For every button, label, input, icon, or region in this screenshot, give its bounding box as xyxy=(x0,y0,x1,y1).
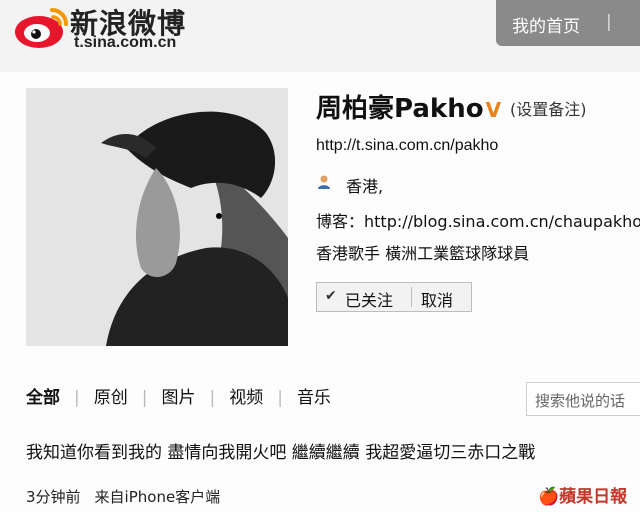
tab-separator: | xyxy=(141,388,148,408)
follow-status-control: ✔ 已关注 取消 xyxy=(316,282,472,312)
avatar-photo xyxy=(26,88,288,346)
tab-pictures[interactable]: 图片 xyxy=(161,383,195,408)
post-time-link[interactable]: 3分钟前 xyxy=(26,488,81,506)
set-remark-link[interactable]: (设置备注) xyxy=(510,96,587,120)
tab-original[interactable]: 原创 xyxy=(94,383,128,408)
apple-icon: 🍎 xyxy=(538,487,560,507)
verified-badge-icon: V xyxy=(485,98,502,122)
watermark-text: 蘋果日報 xyxy=(559,487,628,507)
followed-button[interactable]: ✔ 已关注 xyxy=(317,283,411,311)
feed-tabs: 全部 | 原创 | 图片 | 视频 | 音乐 xyxy=(26,383,331,408)
search-placeholder: 搜索他说的话 xyxy=(535,392,626,410)
user-location-icon xyxy=(318,175,330,189)
profile-bio: 香港歌手 橫洲工業籃球隊球員 xyxy=(316,244,530,263)
blog-link[interactable]: 博客：http://blog.sina.com.cn/chaupakho xyxy=(316,208,640,232)
profile-name-text: 周柏豪Pakho xyxy=(316,94,484,124)
nav-my-home-link[interactable]: 我的首页 xyxy=(512,12,580,37)
tab-videos[interactable]: 视频 xyxy=(229,383,263,408)
post-text: 我知道你看到我的 盡情向我開火吧 繼續繼續 我超愛逼切三赤口之戰 xyxy=(26,443,536,463)
post-source: 来自iPhone客户端 xyxy=(94,488,221,506)
watermark: 🍎蘋果日報 xyxy=(538,482,627,507)
tab-separator: | xyxy=(209,388,216,408)
avatar[interactable] xyxy=(26,88,288,346)
location-text: 香港, xyxy=(346,177,384,196)
post-meta: 3分钟前 来自iPhone客户端 xyxy=(26,486,220,507)
check-icon: ✔ xyxy=(325,288,337,304)
profile-name: 周柏豪Pakho V xyxy=(316,88,501,125)
tab-separator: | xyxy=(277,388,283,408)
top-header: 新浪微博 t.sina.com.cn 我的首页 | xyxy=(0,0,640,72)
logo-url: t.sina.com.cn xyxy=(74,34,177,51)
followed-label: 已关注 xyxy=(345,291,394,310)
nav-separator: | xyxy=(606,12,612,32)
profile-url-link[interactable]: http://t.sina.com.cn/pakho xyxy=(316,137,498,155)
tab-music[interactable]: 音乐 xyxy=(297,383,331,408)
unfollow-button[interactable]: 取消 xyxy=(421,287,453,311)
weibo-logo-icon[interactable] xyxy=(12,4,72,50)
tab-separator: | xyxy=(74,388,80,408)
button-divider xyxy=(411,287,412,307)
search-input[interactable]: 搜索他说的话 xyxy=(526,382,640,416)
tab-all[interactable]: 全部 xyxy=(26,383,60,408)
